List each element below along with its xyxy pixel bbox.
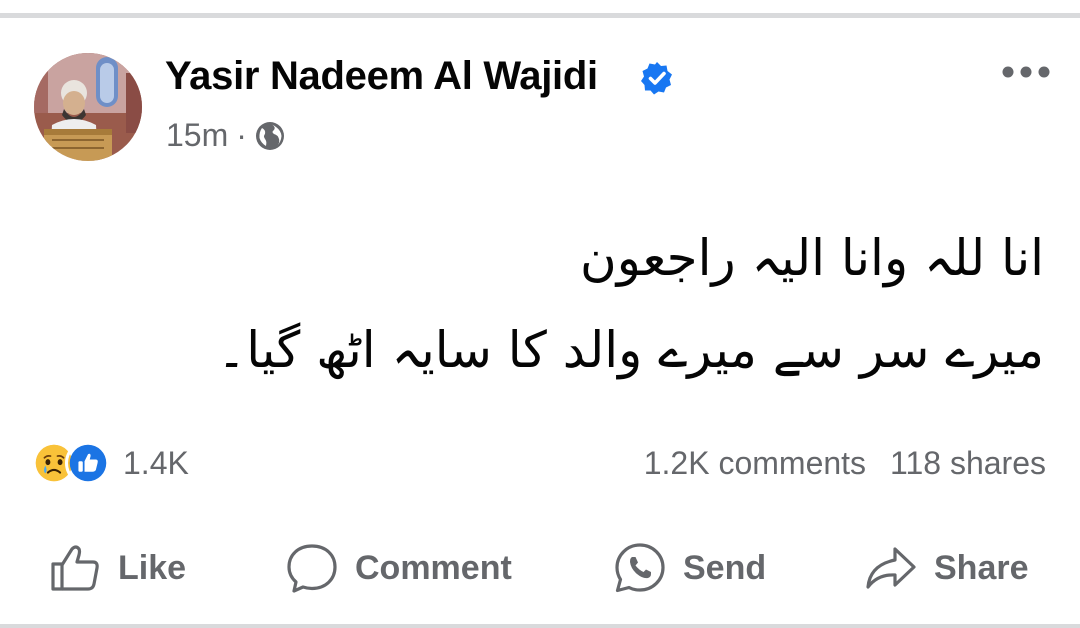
like-button[interactable]: Like (48, 536, 186, 600)
comment-count[interactable]: 1.2K comments (644, 445, 866, 482)
comment-bubble-icon (287, 544, 337, 593)
verified-badge-icon (641, 62, 672, 95)
post-meta: 15m · (166, 117, 285, 154)
post-body: انا للہ وانا الیہ راجعون میرے سر سے میرے… (44, 212, 1044, 396)
more-options-icon[interactable] (1000, 62, 1052, 82)
post-timestamp[interactable]: 15m (166, 117, 228, 154)
send-label: Send (683, 548, 767, 587)
send-button[interactable]: Send (613, 536, 766, 600)
share-label: Share (934, 548, 1029, 587)
share-button[interactable]: Share (864, 536, 1029, 600)
reaction-summary[interactable]: 1.4K (31, 440, 189, 486)
post-text-line: میرے سر سے میرے والد کا سایہ اٹھ گیا۔ (216, 321, 1044, 379)
comment-label: Comment (355, 548, 512, 587)
top-divider (0, 13, 1080, 18)
post-text-line: انا للہ وانا الیہ راجعون (579, 229, 1044, 287)
globe-icon[interactable] (255, 121, 285, 151)
reaction-count: 1.4K (123, 444, 189, 481)
engagement-stats: 1.2K comments 118 shares (644, 445, 1046, 482)
like-reaction-icon (65, 440, 111, 486)
whatsapp-icon (615, 543, 665, 593)
thumbs-up-icon (51, 545, 99, 591)
comment-button[interactable]: Comment (285, 536, 512, 600)
bottom-divider (0, 624, 1080, 628)
share-count[interactable]: 118 shares (890, 445, 1046, 482)
author-avatar[interactable] (34, 53, 142, 161)
author-name[interactable]: Yasir Nadeem Al Wajidi (165, 54, 598, 99)
like-label: Like (118, 548, 187, 587)
meta-separator: · (236, 117, 247, 153)
action-bar: Like Comment Send Share (0, 536, 1080, 600)
share-arrow-icon (866, 547, 916, 589)
